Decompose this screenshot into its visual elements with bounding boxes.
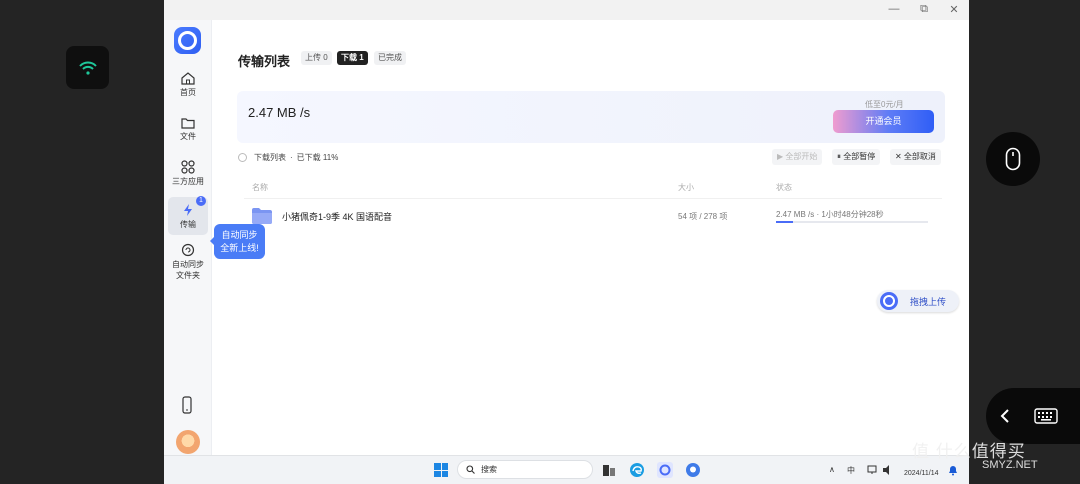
- wifi-button[interactable]: [66, 46, 109, 89]
- minimize-button[interactable]: —: [884, 3, 904, 15]
- list-title: 下载列表: [254, 153, 286, 162]
- vip-button[interactable]: 开通会员: [833, 110, 934, 133]
- tab-completed[interactable]: 已完成: [374, 51, 406, 65]
- back-chevron-icon[interactable]: [1000, 409, 1010, 423]
- cloud-app-taskbar-icon[interactable]: [685, 462, 701, 478]
- folder-icon: [252, 208, 272, 224]
- sidebar-item-transfer[interactable]: 传输 1: [168, 196, 208, 235]
- watermark-url: SMYZ.NET: [982, 459, 1038, 471]
- notification-bell-icon[interactable]: [947, 464, 959, 476]
- app-window: — ⧉ ✕ 首页 文件 三方应用 传输 1 自动同步 文件夹 自动同步 全新上线…: [164, 0, 969, 455]
- column-name[interactable]: 名称: [252, 182, 268, 193]
- progress-bar: [776, 221, 928, 223]
- drag-upload-button[interactable]: 拖拽上传: [877, 290, 959, 312]
- mobile-button[interactable]: [179, 396, 195, 419]
- app-logo: [174, 27, 201, 54]
- apps-icon: [181, 159, 195, 174]
- page-title: 传输列表: [238, 54, 291, 69]
- tab-upload[interactable]: 上传 0: [301, 51, 332, 65]
- sidebar-item-apps[interactable]: 三方应用: [168, 154, 208, 192]
- sidebar-item-label: 自动同步: [172, 260, 204, 269]
- remote-toolbar: [986, 388, 1080, 444]
- start-all-button[interactable]: ▶ 全部开始: [772, 149, 823, 165]
- home-icon: [181, 72, 195, 85]
- select-all-radio[interactable]: [238, 153, 247, 162]
- column-size[interactable]: 大小: [678, 182, 694, 193]
- taskbar: 搜索 ∧ 中 2024/11/14: [164, 455, 969, 484]
- file-status: 2.47 MB /s · 1小时48分钟28秒: [776, 210, 884, 219]
- title-bar: — ⧉ ✕: [164, 0, 969, 20]
- list-progress: 已下载 11%: [296, 153, 339, 162]
- cloud-drive-taskbar-icon[interactable]: [657, 462, 673, 478]
- sidebar-item-label: 传输: [180, 219, 196, 229]
- sidebar: 首页 文件 三方应用 传输 1 自动同步 文件夹: [164, 20, 212, 455]
- list-separator: ·: [290, 153, 293, 162]
- main-panel: 传输列表 上传 0 下载 1 已完成 2.47 MB /s 低至0元/月 开通会…: [212, 20, 969, 455]
- wifi-icon: [78, 61, 97, 75]
- keyboard-icon[interactable]: [1034, 408, 1058, 424]
- phone-icon: [182, 396, 192, 414]
- volume-icon[interactable]: [882, 464, 894, 476]
- sidebar-item-label: 首页: [180, 88, 196, 97]
- file-name: 小猪佩奇1-9季 4K 国语配音: [282, 212, 393, 222]
- windows-start-icon[interactable]: [434, 463, 448, 477]
- promo-text: 低至0元/月: [865, 100, 904, 109]
- download-speed: 2.47 MB /s: [248, 105, 311, 120]
- cancel-all-button[interactable]: ✕ 全部取消: [890, 149, 941, 165]
- file-count: 54 项 / 278 项: [678, 212, 728, 221]
- close-button[interactable]: ✕: [944, 3, 964, 16]
- sidebar-item-label: 三方应用: [172, 176, 204, 186]
- tab-download[interactable]: 下载 1: [337, 51, 368, 65]
- folder-icon: [181, 117, 195, 129]
- speed-card: 2.47 MB /s 低至0元/月 开通会员: [237, 91, 945, 143]
- pause-all-button[interactable]: ⏸ 全部暂停: [832, 149, 881, 165]
- transfer-badge: 1: [196, 196, 206, 206]
- tray-chevron-icon[interactable]: ∧: [829, 465, 835, 474]
- ime-indicator[interactable]: 中: [847, 465, 855, 476]
- upload-logo-icon: [880, 292, 898, 310]
- sidebar-item-label-2: 文件夹: [176, 271, 200, 280]
- sync-icon: [181, 243, 195, 257]
- sidebar-item-sync[interactable]: 自动同步 文件夹: [168, 241, 208, 283]
- avatar[interactable]: [176, 430, 200, 454]
- taskbar-search[interactable]: 搜索: [457, 460, 593, 479]
- progress-fill: [776, 221, 793, 223]
- restore-button[interactable]: ⧉: [914, 3, 934, 16]
- task-view-icon[interactable]: [601, 462, 617, 478]
- sidebar-item-label: 文件: [180, 131, 196, 141]
- edge-icon[interactable]: [629, 462, 645, 478]
- taskbar-date: 2024/11/14: [904, 470, 939, 477]
- search-label: 搜索: [481, 465, 497, 474]
- download-list-header: 下载列表 · 已下载 11%: [238, 152, 338, 163]
- transfer-icon: [184, 203, 192, 216]
- sidebar-item-files[interactable]: 文件: [168, 110, 208, 148]
- mouse-icon: [1005, 147, 1021, 171]
- mouse-mode-button[interactable]: [986, 132, 1040, 186]
- sidebar-item-home[interactable]: 首页: [168, 66, 208, 104]
- network-icon[interactable]: [867, 464, 879, 476]
- search-icon: [466, 465, 475, 474]
- table-divider: [244, 198, 942, 199]
- drag-upload-label: 拖拽上传: [910, 296, 947, 307]
- column-status[interactable]: 状态: [776, 182, 792, 193]
